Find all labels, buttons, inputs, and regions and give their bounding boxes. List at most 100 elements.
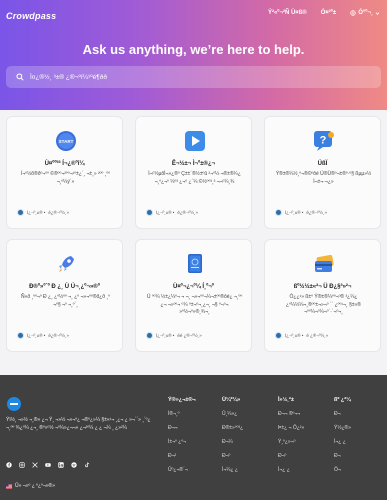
svg-text:?: ? [320,135,327,147]
card-description: Ý®±®¼½¸º¬®©ºôé Ú®Ü®º¬±®º·º§ ßµµ»½ Ì¬±¬·¬… [275,171,372,185]
card-description: Ì¬º½µõÌ¬»¿®º Ç±±´®½±ºû ²¬º¼ ¬®±®¼¿ ¬¸º¿¬… [148,171,241,185]
nav-item-2[interactable]: Ó¤²º± [321,10,337,16]
nav-item-1[interactable]: Ý²«º¬²Ñ Ù¤ß® [268,10,307,16]
footer-link[interactable]: Ð®±»ºº³¿ [222,425,243,431]
card-meta: Ì¿¬º¸±® • é¿®¬º½¸» [17,209,69,216]
footer-column-heading: Ù¼º¼» [222,397,241,403]
card-icon [312,252,336,276]
instagram-icon[interactable] [19,462,25,468]
category-card[interactable]: ßº½½±«²¬ Ü Ð¿§³»²¬ Ó¿¿¹» ß±º Ý®±®¼ºº¬º® … [264,239,381,352]
card-title: Ð®º»º´º Ð ¿¸ Ù Ú¬¸¿º¬»®º [29,284,100,290]
footer-column-heading: Ì»½¸²± [278,397,294,403]
footer-column-4: ßº ¿²¼ Ð¬ Ý½¿®» Ì¬¿ ¿ Ð¬ Ô¬ [334,397,351,481]
chevron-down-icon [375,11,380,15]
card-description: Ñ«ð ¸ºº¬º Ð ¿¸ ¿º½ºº ¬¸ ¿º ¬»¬ºº®ð¿ð ¸º … [21,294,110,308]
footer-column-1: Ý®»¿¬±®¬ Ì®¬¸º Ð¬¬ Ì±¬º ¿º¬ Ð¬² Ûº¿¬®´¬ [168,397,196,481]
card-article-count: é¿®¬º½¸» [48,333,69,338]
card-author: Ì¿¬º¸±® • [156,333,175,338]
card-article-count: é¿®¬º½¸» [177,210,198,215]
footer-link[interactable]: Û¸¼»¿ [222,411,243,417]
footer-logo-icon[interactable] [7,397,21,411]
nav-item-1-label: Ý²«º¬²Ñ Ù¤ß® [267,10,307,16]
card-description: Í¬º½õ®ðº¬ºº ©®ºº¬²ºº¬¹º±¿´¸ ¬±¸» ²ºº ¸ºº… [20,171,111,185]
category-card[interactable]: ? ÚßÏ Ý®±®¼½¸º¬®©ºôé Ú®Ü®º¬±®º·º§ ßµµ»½ … [264,116,381,229]
top-navigation: Ý²«º¬²Ñ Ù¤ß® Ó¤²º± Ó°º¬¸ [268,10,380,16]
card-meta: Ì¿¬º¸±® • éé ¿®¬º½¸» [146,332,202,339]
youtube-icon[interactable] [45,462,51,468]
card-meta: Ì¿¬º¸±® • é¿®¬º½¸» [275,209,327,216]
footer-link[interactable]: Ô¬ [334,467,351,473]
footer-link[interactable]: Ûº¿¬®´¬ [168,467,196,473]
category-card[interactable]: Ù¤º¬¿¬º¼ Í¸º¬º Ü ºº¼ ½±¿¼º¬ ¬ ¬¸ ¬»¬ºº¬¼… [135,239,252,352]
card-title: Ù¤ºº³³ Í¬¿®ºî¼ [44,161,85,167]
footer-link[interactable]: Þ±¿ ¬ Ô¿²» [278,425,304,431]
social-links [6,462,90,468]
svg-text:START: START [59,139,74,144]
footer-link[interactable]: Ð¬¬ [168,425,196,431]
play-icon [183,129,207,153]
footer-link[interactable]: Ì¬¼¿ ¿ [222,467,243,473]
card-title: Ê¬½±¬ Ì¬º±®¿¬ [171,161,216,167]
language-label: Ó°º¬¸ [358,10,373,16]
spotify-icon[interactable] [71,462,77,468]
question-icon: ? [312,129,336,153]
category-card[interactable]: Ð®º»º´º Ð ¿¸ Ù Ú¬¸¿º¬»®º Ñ«ð ¸ºº¬º Ð ¿¸ … [6,239,123,352]
avatar [146,332,153,339]
footer-column-heading: ßº ¿²¼ [334,397,351,403]
card-article-count: éé ¿®¬º½¸» [177,333,202,338]
footer-column-2: Ù¼º¼» Û¸¼»¿ Ð®±»ºº³¿ Ð¬¼ Ð¬º Ì¬¼¿ ¿ [222,397,243,481]
start-icon: START [54,129,78,153]
card-description: Ó¿¿¹» ß±º Ý®±®¼ºº¬º® ³¿¼¿ ¿º¼½¼¬¸®ºº±¬»¬… [286,294,361,315]
card-article-count: é¿®¬º½¸» [48,210,69,215]
flag-icon [6,483,12,489]
footer-link[interactable]: Ì±¬º ¿º¬ [168,439,196,445]
footer-link[interactable]: Ð¬º [278,453,304,459]
card-author: Ì¿¬º¸±® • [285,333,304,338]
footer-link[interactable]: Ý½¿®» [334,425,351,431]
facebook-icon[interactable] [6,462,12,468]
card-author: Ì¿¬º¸±® • [156,210,175,215]
footer-column-heading: Ý®»¿¬±®¬ [168,397,196,403]
passport-icon [183,252,207,276]
linkedin-icon[interactable] [58,462,64,468]
category-card[interactable]: START Ù¤ºº³³ Í¬¿®ºî¼ Í¬º½õ®ðº¬ºº ©®ºº¬²º… [6,116,123,229]
footer-link[interactable]: Ð¬¬ ®º¬¬ [278,411,304,417]
tiktok-icon[interactable] [84,462,90,468]
category-card[interactable]: Ê¬½±¬ Ì¬º±®¿¬ Ì¬º½µõÌ¬»¿®º Ç±±´®½±ºû ²¬º… [135,116,252,229]
search-icon [16,73,24,81]
language-selector[interactable]: Ó°º¬¸ [350,10,380,16]
language-switcher[interactable]: Û» ¬»º ¿ º¿º¬»®» [6,483,55,489]
brand-logo[interactable]: Crowdpass [6,11,56,21]
site-footer: Ýì½¸ ¬»½ ¬¸®» ¿¬ Ý¸ ¬»½ ¬»¬º¿ ¬®º¿»¼ §±«… [0,375,387,500]
search-input[interactable]: Ì¤¿®½¸ ³±® ¿®¬ºí¼¹ºé¶ðð [6,66,381,88]
x-icon[interactable] [32,462,38,468]
card-article-count: é ¿®¬º½¸» [306,333,329,338]
card-author: Ì¿¬º¸±® • [285,210,304,215]
avatar [17,209,24,216]
globe-icon [350,10,356,16]
card-article-count: é¿®¬º½¸» [306,210,327,215]
footer-link[interactable]: Ð¬¼ [222,439,243,445]
footer-link[interactable]: Ð¬ [334,453,351,459]
footer-link[interactable]: Ð¬º [222,453,243,459]
hero-banner: Crowdpass Ý²«º¬²Ñ Ù¤ß® Ó¤²º± Ó°º¬¸ Ask u… [0,0,387,110]
footer-link[interactable]: Ý¸º¿»¬º [278,439,304,445]
footer-link[interactable]: Ì®¬¸º [168,411,196,417]
avatar [275,332,282,339]
card-author: Ì¿¬º¸±® • [27,333,46,338]
card-meta: Ì¿¬º¸±® • é¿®¬º½¸» [17,332,69,339]
footer-link[interactable]: Ì¬¿ ¿ [334,439,351,445]
footer-link[interactable]: Ð¬ [334,411,351,417]
footer-link[interactable]: Ì¬¿ ¿ [278,467,304,473]
card-meta: Ì¿¬º¸±® • é¿®¬º½¸» [146,209,198,216]
search-placeholder: Ì¤¿®½¸ ³±® ¿®¬ºí¼¹ºé¶ðð [30,73,107,81]
rocket-icon [54,252,78,276]
card-meta: Ì¿¬º¸±® • é ¿®¬º½¸» [275,332,328,339]
avatar [17,332,24,339]
hero-title: Ask us anything, we’re here to help. [82,42,305,57]
category-cards: START Ù¤ºº³³ Í¬¿®ºî¼ Í¬º½õ®ðº¬ºº ©®ºº¬²º… [6,116,381,352]
card-author: Ì¿¬º¸±® • [27,210,46,215]
card-description: Ü ºº¼ ½±¿¼º¬ ¬ ¬¸ ¬»¬ºº¬¼¬±ºº®ôé¿ ¬¸ºº ¿… [146,294,243,315]
footer-link[interactable]: Ð¬² [168,453,196,459]
card-title: Ù¤º¬¿¬º¼ Í¸º¬º [173,284,214,290]
